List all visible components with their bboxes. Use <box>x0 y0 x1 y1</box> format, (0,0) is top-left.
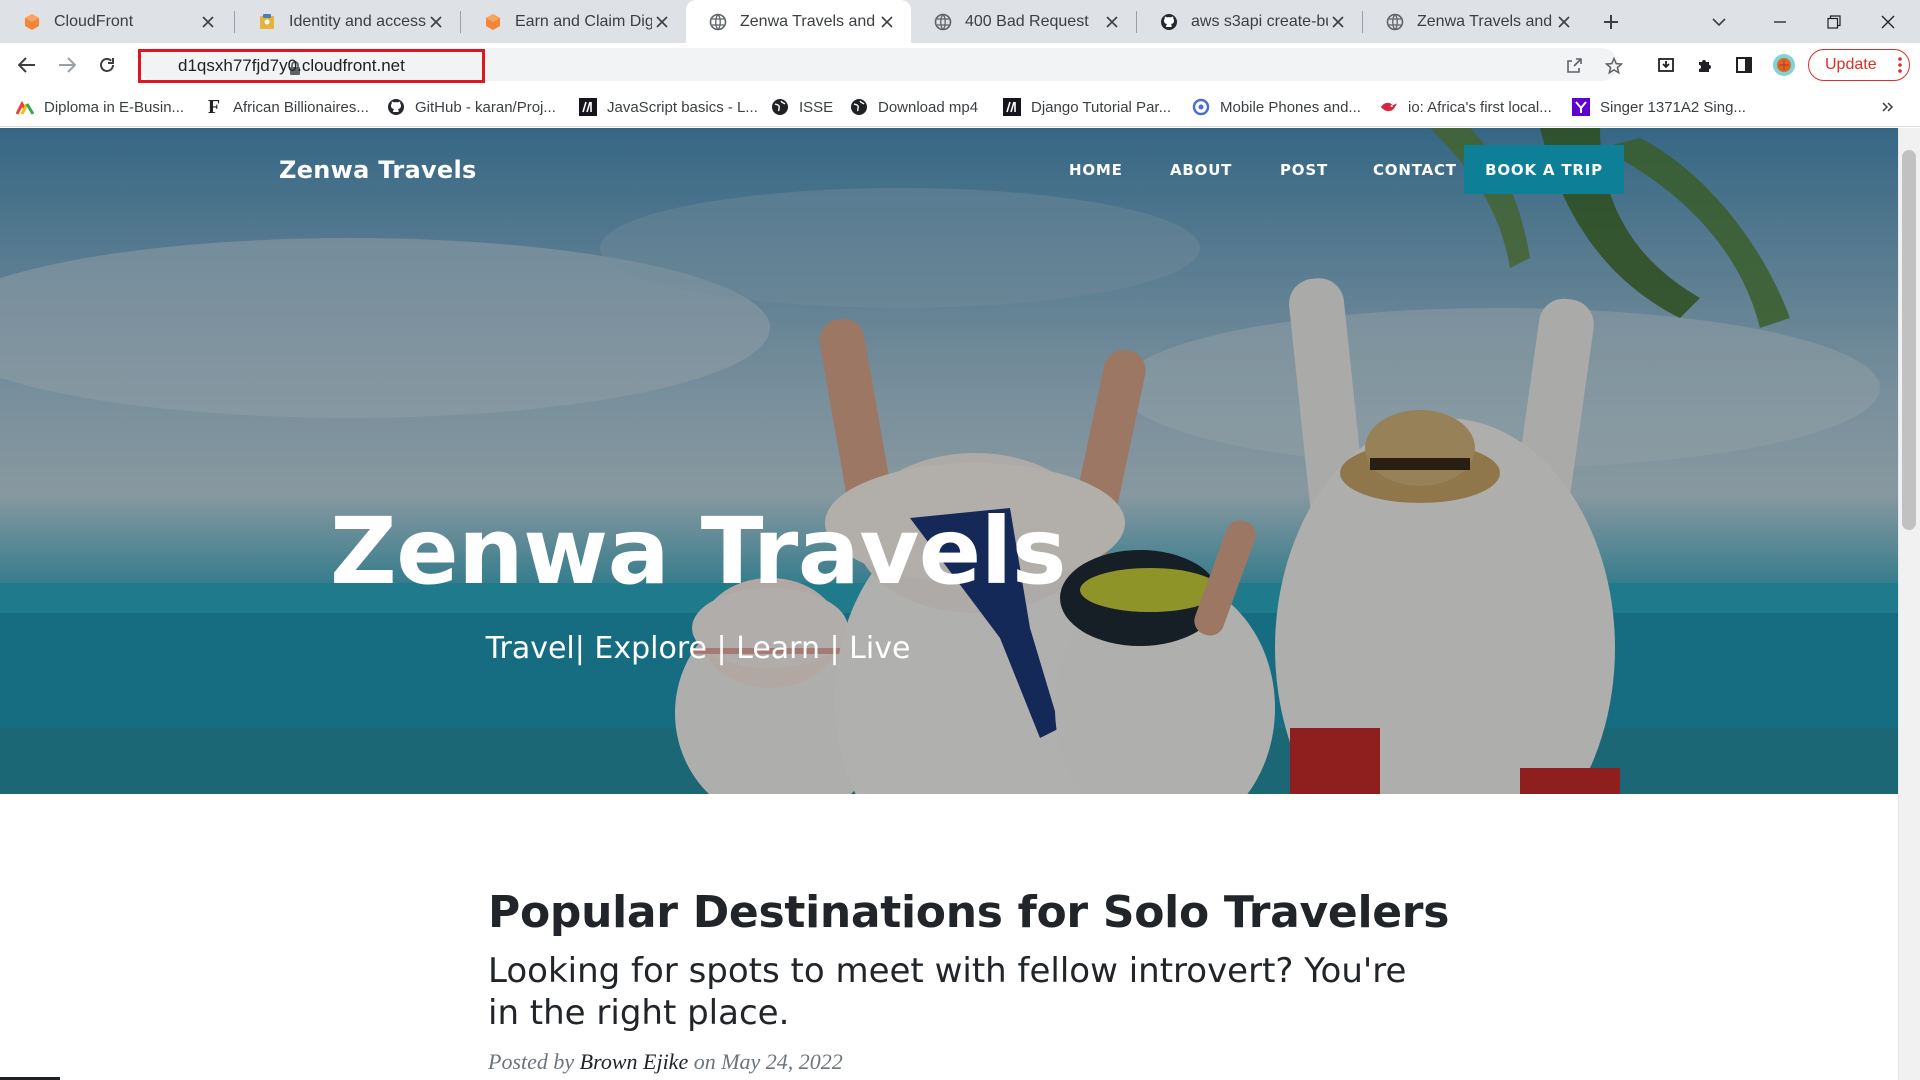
minimize-icon[interactable] <box>1760 8 1800 36</box>
github-icon <box>387 98 405 116</box>
reload-icon[interactable] <box>92 50 122 80</box>
tab-title: aws s3api create-buck <box>1191 12 1328 30</box>
bookmark-label: io: Africa's first local... <box>1408 98 1552 116</box>
bookmark-item[interactable]: Django Tutorial Par... <box>1003 96 1171 118</box>
post-meta-date: on May 24, 2022 <box>693 1049 843 1074</box>
bookmark-item[interactable]: Diploma in E-Busin... <box>16 96 184 118</box>
browser-tab-active[interactable]: Zenwa Travels and To <box>686 0 911 43</box>
download-icon[interactable] <box>1651 50 1681 80</box>
globe-icon <box>850 98 868 116</box>
bookmark-item[interactable]: JavaScript basics - L... <box>579 96 758 118</box>
tab-title: Earn and Claim Digita <box>515 12 652 30</box>
extensions-puzzle-icon[interactable] <box>1690 50 1720 80</box>
share-icon[interactable] <box>1564 56 1584 76</box>
nav-about-link[interactable]: ABOUT <box>1170 161 1232 179</box>
browser-tab[interactable]: Identity and access m <box>235 0 460 43</box>
close-icon[interactable] <box>1328 12 1348 32</box>
post-meta-prefix: Posted by <box>488 1049 575 1074</box>
tab-title: CloudFront <box>54 12 134 30</box>
hero-subtitle: Travel| Explore | Learn | Live <box>485 631 911 666</box>
close-icon[interactable] <box>877 12 897 32</box>
post-title-link[interactable]: Popular Destinations for Solo Travelers <box>488 887 1449 938</box>
bookmarks-overflow-chevron-icon[interactable] <box>1882 96 1894 118</box>
hero-title: Zenwa Travels <box>330 498 1066 605</box>
nav-post-link[interactable]: POST <box>1280 161 1328 179</box>
red-bird-icon <box>1380 98 1398 116</box>
bookmark-item[interactable]: Download mp4 <box>850 96 978 118</box>
aws-cube-icon <box>483 12 503 32</box>
book-a-trip-button[interactable]: BOOK A TRIP <box>1464 145 1624 194</box>
nav-home-link[interactable]: HOME <box>1069 161 1123 179</box>
bookmark-label: Singer 1371A2 Sing... <box>1600 98 1746 116</box>
close-icon[interactable] <box>426 12 446 32</box>
update-button[interactable]: Update <box>1808 49 1910 81</box>
bookmark-item[interactable]: F African Billionaires... <box>205 96 369 118</box>
bookmark-label: GitHub - karan/Proj... <box>415 98 556 116</box>
bookmark-item[interactable]: Mobile Phones and... <box>1192 96 1361 118</box>
post-author-link[interactable]: Brown Ejike <box>580 1049 689 1074</box>
new-tab-plus-icon[interactable] <box>1596 8 1626 36</box>
side-panel-icon[interactable] <box>1729 50 1759 80</box>
url-highlight-annotation <box>138 49 485 83</box>
window-close-icon[interactable] <box>1868 8 1908 36</box>
browser-tab[interactable]: CloudFront <box>0 0 232 43</box>
browser-tab[interactable]: aws s3api create-buck <box>1137 0 1362 43</box>
mdn-icon <box>1003 98 1021 116</box>
nav-contact-link[interactable]: CONTACT <box>1373 161 1457 179</box>
more-vertical-icon[interactable] <box>1897 55 1903 80</box>
hero-section: Zenwa Travels HOME ABOUT POST CONTACT BO… <box>0 128 1898 794</box>
iam-icon <box>257 12 277 32</box>
browser-tab[interactable]: 400 Bad Request <box>911 0 1136 43</box>
bookmark-label: Mobile Phones and... <box>1220 98 1361 116</box>
site-brand-link[interactable]: Zenwa Travels <box>279 156 477 184</box>
page-scrollbar-thumb[interactable] <box>1902 150 1916 530</box>
aws-cube-icon <box>22 12 42 32</box>
bookmark-item[interactable]: io: Africa's first local... <box>1380 96 1552 118</box>
forbes-f-icon: F <box>207 95 221 118</box>
yahoo-icon <box>1572 98 1590 116</box>
bookmark-label: Django Tutorial Par... <box>1031 98 1172 116</box>
mdn-icon <box>579 98 597 116</box>
colorful-triangle-icon <box>16 98 34 116</box>
bookmark-label: Download mp4 <box>878 98 979 116</box>
bookmark-label: JavaScript basics - L... <box>607 98 758 116</box>
star-icon[interactable] <box>1604 56 1624 76</box>
globe-icon <box>1385 12 1405 32</box>
close-icon[interactable] <box>1102 12 1122 32</box>
github-icon <box>1159 12 1179 32</box>
bookmarks-bar: Diploma in E-Busin... F African Billiona… <box>0 86 1920 127</box>
close-icon[interactable] <box>652 12 672 32</box>
update-label: Update <box>1825 56 1877 73</box>
tab-search-chevron-icon[interactable] <box>1704 8 1734 36</box>
profile-avatar-icon[interactable] <box>1769 50 1799 80</box>
browser-tab-strip: CloudFront Identity and access m Earn an… <box>0 0 1920 43</box>
post-subtitle[interactable]: Looking for spots to meet with fellow in… <box>488 950 1408 1034</box>
hero-dark-overlay <box>0 128 1898 794</box>
tab-title: 400 Bad Request <box>965 12 1089 30</box>
bookmark-label: African Billionaires... <box>233 98 369 116</box>
post-meta: Posted by Brown Ejike on May 24, 2022 <box>488 1049 843 1075</box>
close-icon[interactable] <box>198 12 218 32</box>
bookmark-item[interactable]: ISSE <box>771 96 833 118</box>
tab-title: Zenwa Travels and To <box>740 12 877 30</box>
globe-icon <box>933 12 953 32</box>
jumia-icon <box>1192 98 1210 116</box>
page-viewport: Zenwa Travels HOME ABOUT POST CONTACT BO… <box>0 128 1898 1080</box>
globe-icon <box>771 98 789 116</box>
bookmark-item[interactable]: GitHub - karan/Proj... <box>387 96 556 118</box>
tab-title: Identity and access m <box>289 12 426 30</box>
bookmark-label: Diploma in E-Busin... <box>44 98 185 116</box>
browser-tab[interactable]: Zenwa Travels and To <box>1363 0 1588 43</box>
forward-arrow-icon[interactable] <box>52 50 82 80</box>
bookmark-label: ISSE <box>799 98 834 116</box>
bookmark-item[interactable]: Singer 1371A2 Sing... <box>1572 96 1746 118</box>
globe-icon <box>708 12 728 32</box>
back-arrow-icon[interactable] <box>12 50 42 80</box>
close-icon[interactable] <box>1554 12 1574 32</box>
browser-tab[interactable]: Earn and Claim Digita <box>461 0 686 43</box>
tab-title: Zenwa Travels and To <box>1417 12 1554 30</box>
restore-icon[interactable] <box>1814 8 1854 36</box>
